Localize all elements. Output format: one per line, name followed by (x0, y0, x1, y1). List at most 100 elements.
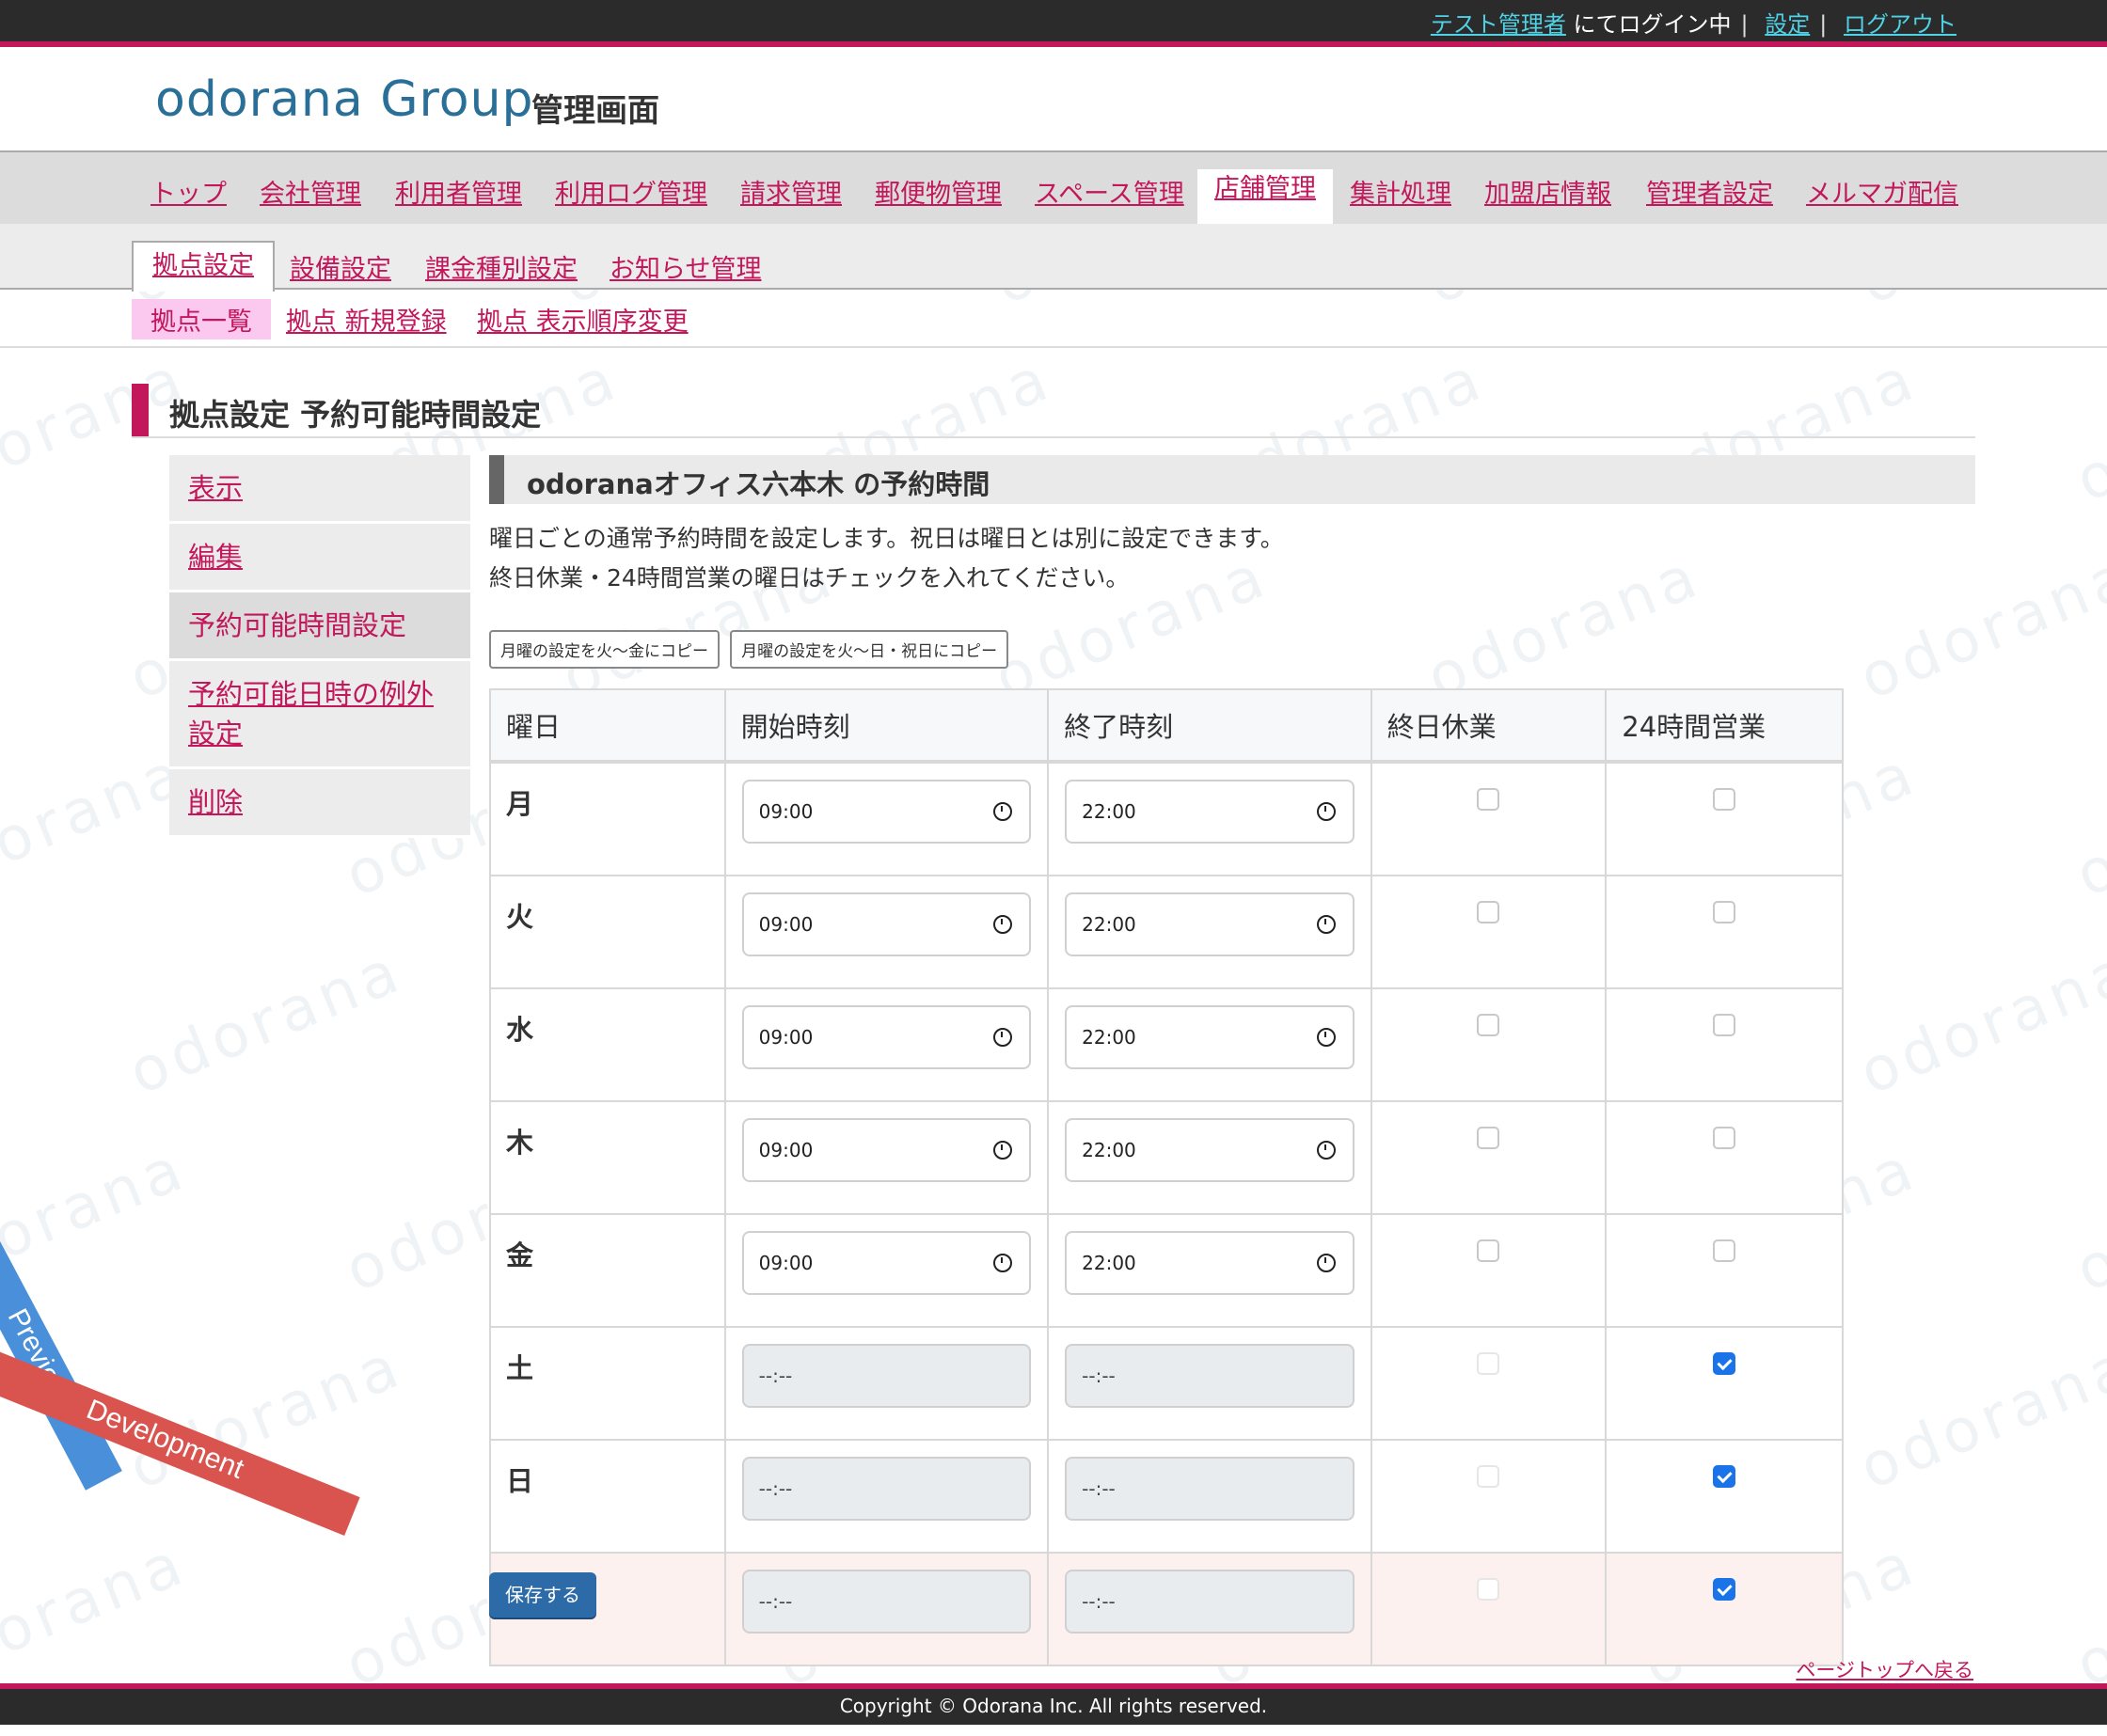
tab-location-settings[interactable]: 拠点設定 (132, 241, 275, 292)
nav-store[interactable]: 店舗管理 (1197, 169, 1333, 224)
start-time-input[interactable]: 09:00 (741, 1231, 1032, 1295)
start-time-input[interactable]: --:-- (741, 1457, 1032, 1521)
closed-all-day-checkbox[interactable] (1477, 901, 1500, 923)
day-cell: 水 (489, 987, 726, 1102)
clock-icon[interactable] (1316, 802, 1336, 821)
end-cell: 22:00 (1047, 1213, 1372, 1328)
nav-company[interactable]: 会社管理 (260, 173, 361, 210)
site-header: odorana Group 管理画面 (0, 47, 2107, 152)
nav-billing[interactable]: 請求管理 (740, 173, 842, 210)
start-cell: 09:00 (723, 761, 1050, 876)
nav-mail[interactable]: 郵便物管理 (875, 173, 1002, 210)
start-cell: 09:00 (723, 875, 1050, 989)
nav-aggregation[interactable]: 集計処理 (1350, 173, 1451, 210)
start-time-input[interactable]: 09:00 (741, 1005, 1032, 1069)
closed-cell (1370, 1439, 1608, 1554)
closed-cell (1370, 761, 1608, 876)
clock-icon[interactable] (993, 1028, 1013, 1047)
nav-newsletter[interactable]: メルマガ配信 (1806, 173, 1958, 210)
open-24h-checkbox[interactable] (1713, 901, 1736, 923)
table-row: 火 09:00 22:00 (489, 875, 1844, 989)
section-heading: odoranaオフィス六本木 の予約時間 (489, 455, 1975, 504)
end-time-input[interactable]: 22:00 (1065, 1118, 1354, 1182)
open-24h-checkbox[interactable] (1713, 1239, 1736, 1262)
tab-news-management[interactable]: お知らせ管理 (610, 248, 761, 285)
closed-cell (1370, 1100, 1608, 1215)
location-list-link[interactable]: 拠点一覧 (132, 299, 271, 339)
clock-icon[interactable] (993, 1254, 1013, 1272)
clock-icon[interactable] (1316, 1141, 1336, 1160)
end-time-input[interactable]: 22:00 (1065, 780, 1354, 844)
clock-icon[interactable] (1316, 1028, 1336, 1047)
logo[interactable]: odorana Group (155, 71, 534, 128)
section-description: 曜日ごとの通常予約時間を設定します。祝日は曜日とは別に設定できます。 終日休業・… (489, 519, 1975, 598)
footer: Copyright © Odorana Inc. All rights rese… (0, 1683, 2107, 1725)
closed-all-day-checkbox[interactable] (1477, 1578, 1500, 1601)
end-time-input[interactable]: --:-- (1065, 1457, 1354, 1521)
open-24h-checkbox[interactable] (1713, 1578, 1736, 1601)
table-header-row: 曜日 開始時刻 終了時刻 終日休業 24時間営業 (489, 688, 1844, 764)
closed-all-day-checkbox[interactable] (1477, 1352, 1500, 1375)
clock-icon[interactable] (1316, 1254, 1336, 1272)
closed-all-day-checkbox[interactable] (1477, 1239, 1500, 1262)
end-time-input[interactable]: --:-- (1065, 1570, 1354, 1633)
open24-cell (1605, 875, 1844, 989)
closed-all-day-checkbox[interactable] (1477, 1014, 1500, 1036)
day-cell: 月 (489, 761, 726, 876)
clock-icon[interactable] (993, 1141, 1013, 1160)
tab-equipment-settings[interactable]: 設備設定 (290, 248, 391, 285)
clock-icon[interactable] (993, 802, 1013, 821)
nav-top[interactable]: トップ (150, 173, 227, 210)
watermark-text: odorana (2067, 343, 2107, 516)
open-24h-checkbox[interactable] (1713, 1014, 1736, 1036)
nav-space[interactable]: スペース管理 (1035, 173, 1184, 210)
location-new-link[interactable]: 拠点 新規登録 (286, 301, 447, 338)
hours-table: 曜日 開始時刻 終了時刻 終日休業 24時間営業 月 09:00 22:00 火 09:… (489, 688, 1844, 1666)
side-menu-edit[interactable]: 編集 (169, 524, 470, 592)
end-time-input[interactable]: --:-- (1065, 1344, 1354, 1408)
clock-icon[interactable] (993, 915, 1013, 934)
end-time-input[interactable]: 22:00 (1065, 1005, 1354, 1069)
closed-all-day-checkbox[interactable] (1477, 1127, 1500, 1149)
location-order-link[interactable]: 拠点 表示順序変更 (477, 301, 689, 338)
copy-mon-to-tue-fri-button[interactable]: 月曜の設定を火〜金にコピー (489, 630, 720, 669)
copy-mon-to-all-button[interactable]: 月曜の設定を火〜日・祝日にコピー (730, 630, 1009, 669)
side-menu-view[interactable]: 表示 (169, 455, 470, 524)
start-time-value: 09:00 (758, 1252, 814, 1274)
page-top-link[interactable]: ページトップへ戻る (1796, 1655, 1973, 1683)
open-24h-checkbox[interactable] (1713, 1465, 1736, 1488)
header-closed: 終日休業 (1370, 688, 1608, 764)
start-time-input[interactable]: 09:00 (741, 780, 1032, 844)
closed-all-day-checkbox[interactable] (1477, 788, 1500, 811)
end-time-input[interactable]: 22:00 (1065, 892, 1354, 956)
save-button[interactable]: 保存する (489, 1572, 596, 1618)
clock-icon[interactable] (1316, 915, 1336, 934)
open-24h-checkbox[interactable] (1713, 1127, 1736, 1149)
open-24h-checkbox[interactable] (1713, 1352, 1736, 1375)
start-cell: 09:00 (723, 1100, 1050, 1215)
nav-users[interactable]: 利用者管理 (395, 173, 522, 210)
nav-franchise[interactable]: 加盟店情報 (1484, 173, 1611, 210)
start-time-input[interactable]: 09:00 (741, 1118, 1032, 1182)
open24-cell (1605, 1213, 1844, 1328)
nav-admin-settings[interactable]: 管理者設定 (1646, 173, 1773, 210)
side-menu-exceptions[interactable]: 予約可能日時の例外設定 (169, 661, 470, 769)
side-menu-delete[interactable]: 削除 (169, 769, 470, 838)
main-content: odoranaオフィス六本木 の予約時間 曜日ごとの通常予約時間を設定します。祝… (489, 455, 1975, 1666)
side-menu-reservation-hours[interactable]: 予約可能時間設定 (169, 592, 470, 661)
closed-all-day-checkbox[interactable] (1477, 1465, 1500, 1488)
description-line-1: 曜日ごとの通常予約時間を設定します。祝日は曜日とは別に設定できます。 (489, 525, 1284, 552)
start-time-input[interactable]: 09:00 (741, 892, 1032, 956)
sub-nav: 拠点設定 設備設定 課金種別設定 お知らせ管理 (0, 224, 2107, 292)
start-time-input[interactable]: --:-- (741, 1570, 1032, 1633)
open-24h-checkbox[interactable] (1713, 788, 1736, 811)
start-time-input[interactable]: --:-- (741, 1344, 1032, 1408)
logout-link[interactable]: ログアウト (1844, 11, 1956, 38)
current-user-link[interactable]: テスト管理者 (1431, 11, 1566, 38)
nav-usage-log[interactable]: 利用ログ管理 (555, 173, 707, 210)
header-24h: 24時間営業 (1605, 688, 1844, 764)
tab-billing-type-settings[interactable]: 課金種別設定 (425, 248, 578, 285)
end-time-input[interactable]: 22:00 (1065, 1231, 1354, 1295)
settings-link[interactable]: 設定 (1765, 11, 1810, 38)
watermark-text: odorana (2067, 1133, 2107, 1306)
